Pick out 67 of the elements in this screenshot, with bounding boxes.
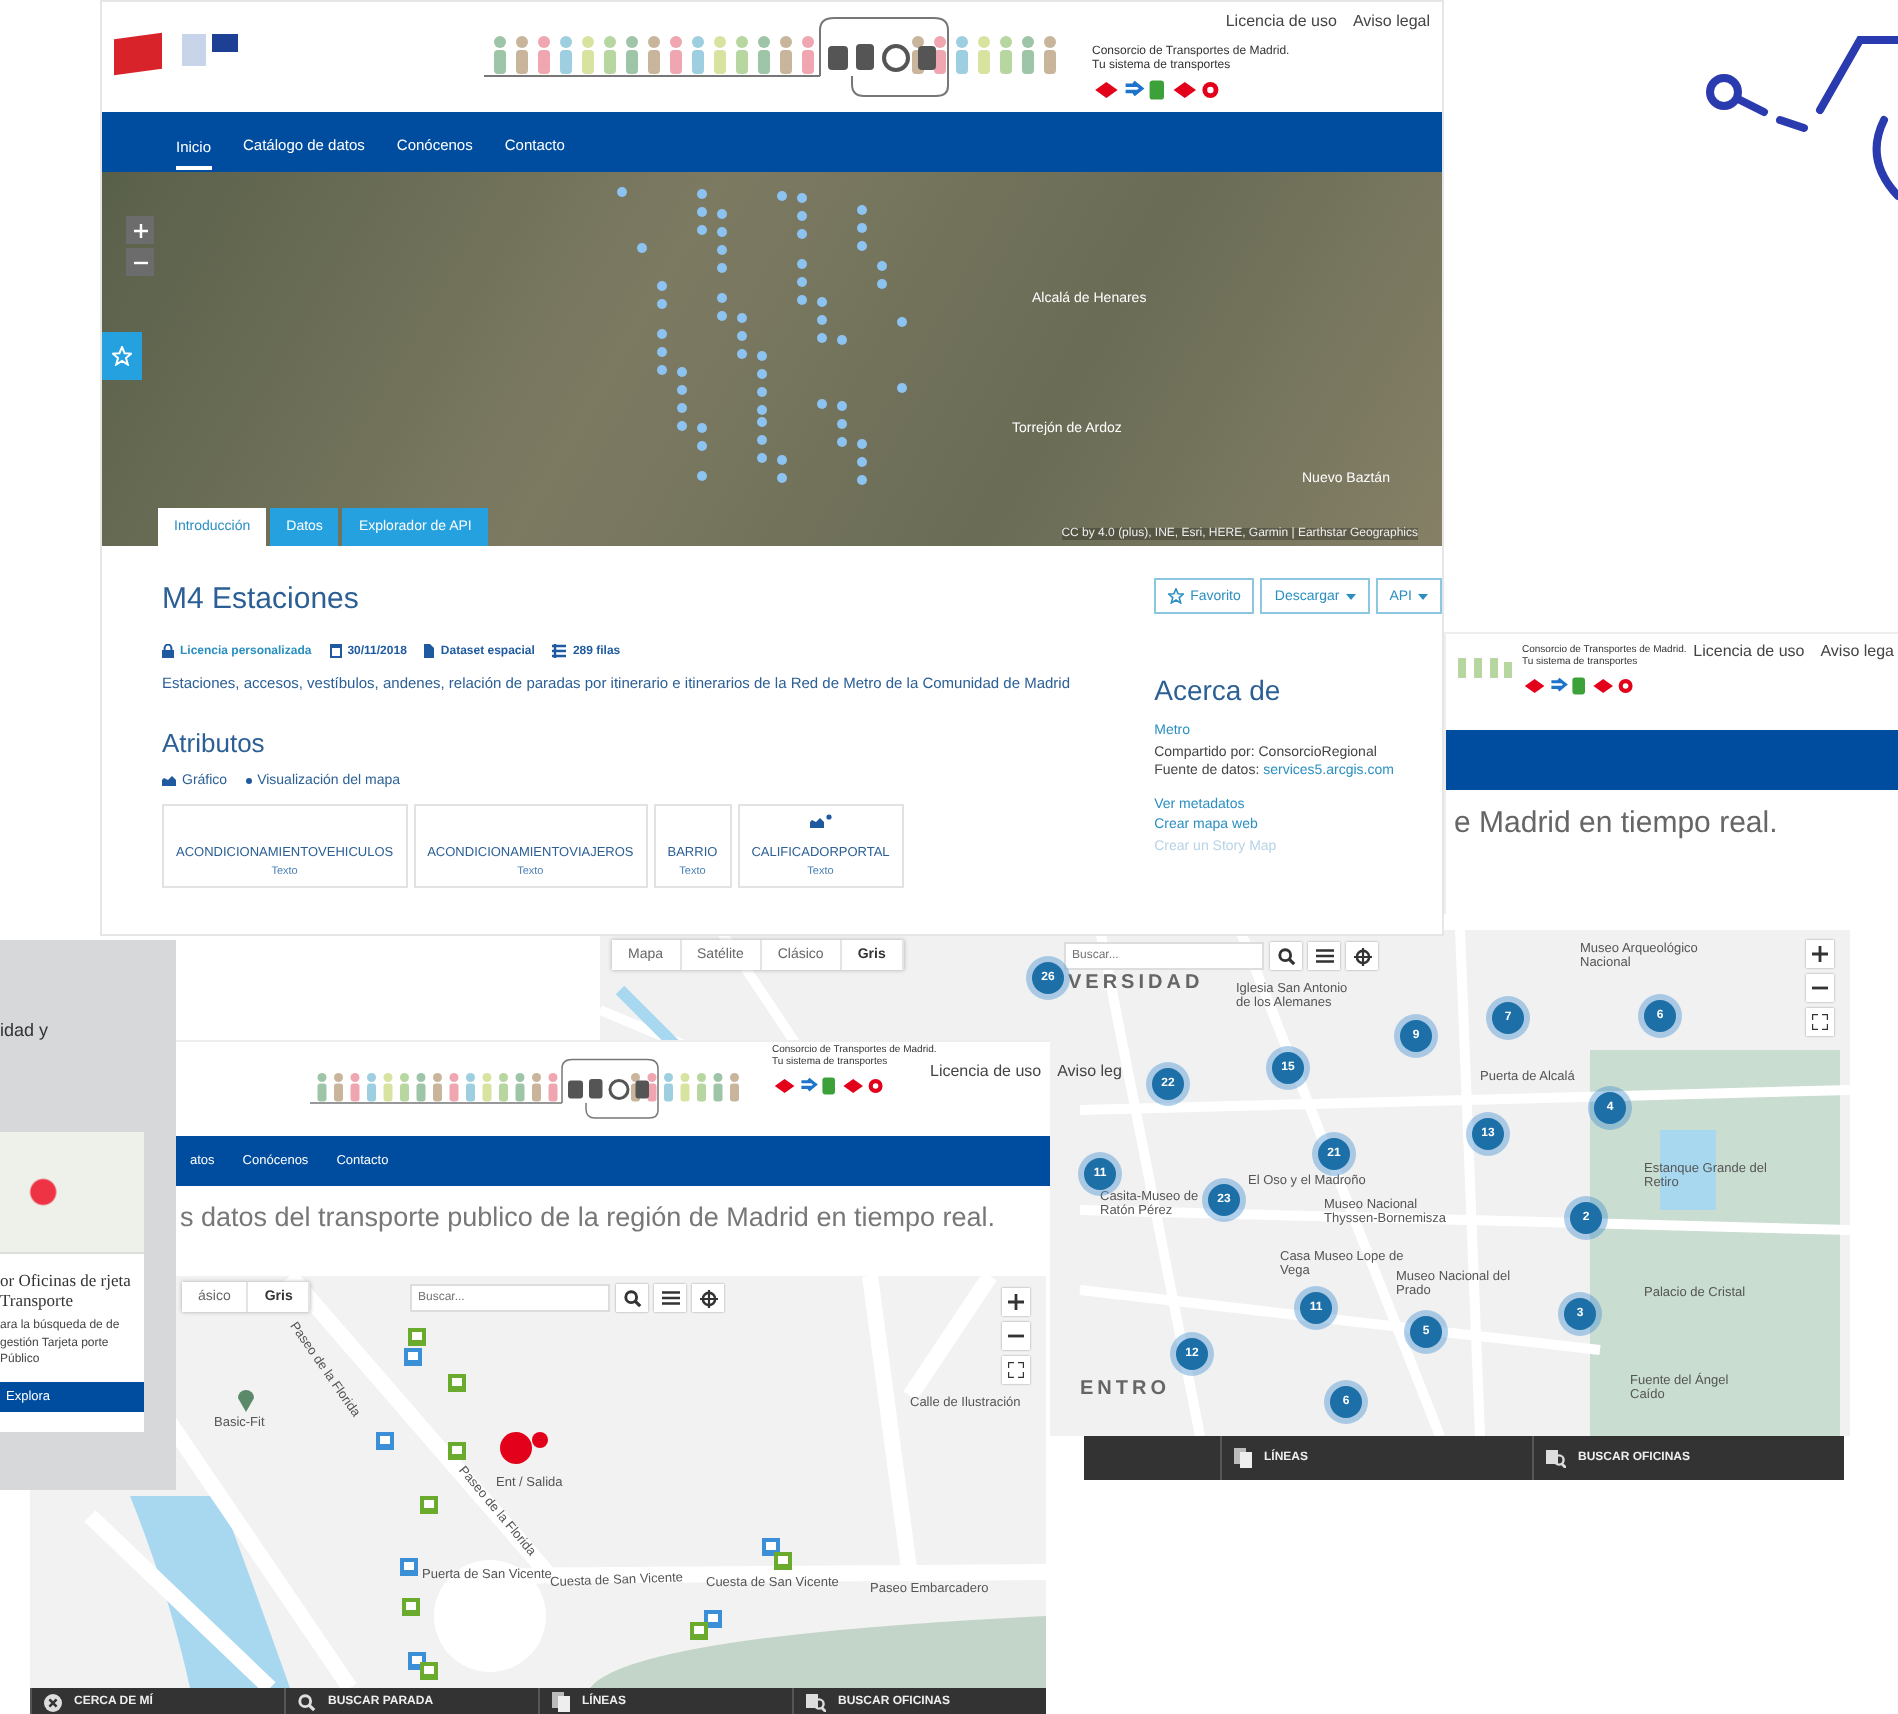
map-label: VERSIDAD (1068, 972, 1204, 994)
location-pin-icon (238, 1390, 254, 1412)
office-search-icon (1546, 1448, 1566, 1468)
plus-icon (133, 223, 147, 237)
search-icon (1277, 947, 1295, 965)
locate-button[interactable] (1346, 942, 1378, 970)
header-link[interactable]: Licencia de uso (1693, 642, 1805, 660)
bus-stop-icon (402, 1598, 420, 1616)
chart-icon (162, 774, 176, 787)
search-icon (298, 1693, 316, 1711)
lock-icon (162, 644, 174, 658)
star-icon (1168, 588, 1185, 604)
zoom-in-button[interactable] (1002, 1288, 1030, 1316)
fullscreen-icon (1008, 1362, 1024, 1378)
consortium-logo (114, 32, 162, 76)
close-icon (44, 1693, 62, 1711)
bus-stop-icon (448, 1442, 466, 1460)
map-label: ENTRO (1080, 1378, 1170, 1400)
card-text: idad y (0, 1020, 49, 1040)
header-link[interactable]: Aviso leg (1057, 1062, 1122, 1080)
star-icon (112, 346, 132, 366)
fullscreen-button[interactable] (1002, 1356, 1030, 1384)
document-icon (1234, 1448, 1252, 1468)
caret-icon (1418, 593, 1428, 599)
zoom-in-button[interactable] (1806, 940, 1834, 968)
fullscreen-button[interactable] (1806, 1008, 1834, 1036)
document-icon (424, 644, 435, 658)
dot-icon (245, 777, 252, 784)
crosshair-icon (699, 1289, 717, 1307)
search-button[interactable] (616, 1284, 648, 1312)
favorite-side-button[interactable] (102, 332, 142, 380)
tagline: e Madrid en tiempo real. (1454, 806, 1780, 840)
header-link[interactable]: Aviso legal (1352, 12, 1430, 30)
plus-icon (1812, 946, 1828, 962)
dataset-title: M4 Estaciones (162, 582, 361, 616)
bus-stop-icon (376, 1432, 394, 1450)
calendar-icon (329, 644, 342, 658)
crosshair-icon (1353, 947, 1371, 965)
header-link[interactable]: Licencia de uso (1225, 12, 1337, 30)
locate-button[interactable] (692, 1284, 724, 1312)
bus-stop-icon (400, 1558, 418, 1576)
caret-icon (1345, 593, 1356, 599)
transport-logos-drawing (1522, 674, 1634, 698)
zoom-out-button[interactable] (1002, 1322, 1030, 1350)
card-heading: or Oficinas de rjeta Transporte (0, 1270, 133, 1311)
office-search-icon (806, 1692, 826, 1712)
list-button[interactable] (654, 1284, 686, 1312)
list-icon (661, 1290, 679, 1306)
table-icon (552, 644, 567, 658)
plus-icon (1008, 1294, 1024, 1310)
transport-logos-drawing (772, 1074, 884, 1098)
bus-stop-icon (420, 1496, 438, 1514)
list-button[interactable] (1308, 942, 1340, 970)
zoom-out-button[interactable] (1806, 974, 1834, 1002)
metro-station-icon (500, 1428, 548, 1468)
transport-logos-drawing (1092, 78, 1220, 103)
tagline: s datos del transporte publico de la región de Madrid en tiempo real. (180, 1202, 997, 1232)
list-icon (1315, 948, 1333, 964)
search-button[interactable] (1270, 942, 1302, 970)
header-link[interactable]: Licencia de uso (930, 1062, 1042, 1080)
fullscreen-icon (1812, 1014, 1828, 1030)
section-heading: Acerca de (1154, 674, 1283, 706)
document-icon (552, 1692, 570, 1712)
search-icon (623, 1289, 641, 1307)
section-heading: Atributos (162, 727, 267, 758)
header-link[interactable]: Aviso lega (1820, 642, 1894, 660)
bus-stop-icon (448, 1374, 466, 1392)
